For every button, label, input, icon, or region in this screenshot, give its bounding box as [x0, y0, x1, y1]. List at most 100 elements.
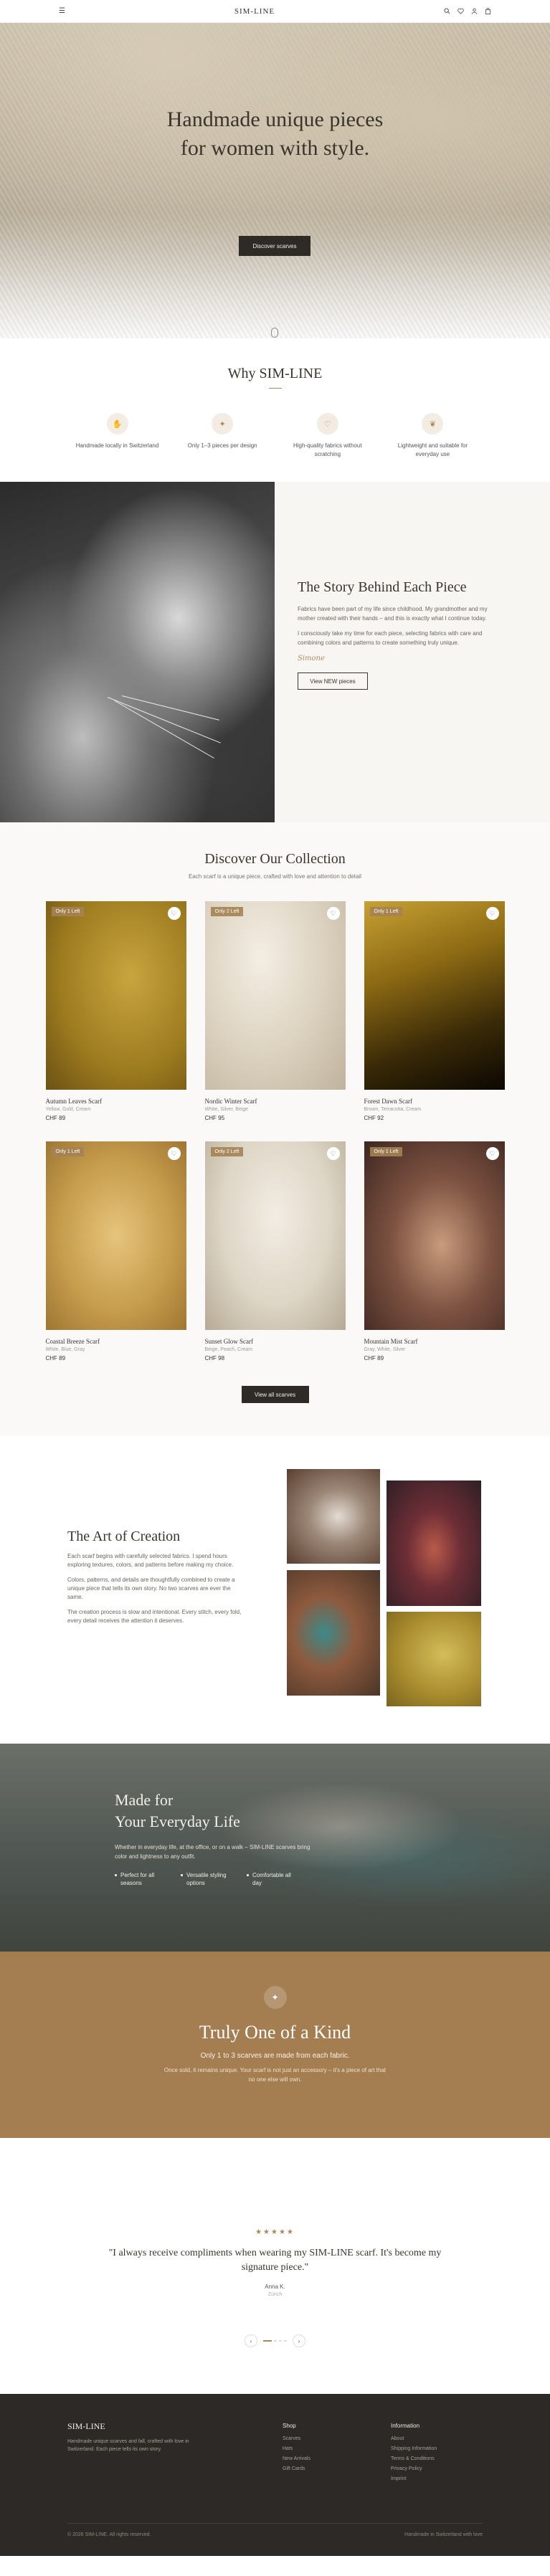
- product-colors: Yellow, Gold, Cream: [45, 1107, 91, 1112]
- collection-subtitle: Each scarf is a unique piece, crafted wi…: [188, 873, 362, 880]
- footer-link-about[interactable]: About: [391, 2436, 437, 2441]
- hero-title-line1: Handmade unique pieces: [166, 108, 384, 131]
- product-name[interactable]: Coastal Breeze Scarf: [46, 1338, 186, 1345]
- bag-icon[interactable]: [485, 8, 491, 14]
- footer-link-new-arrivals[interactable]: New Arrivals: [283, 2456, 310, 2461]
- feature-item: ♡ High-quality fabrics without scratchin…: [285, 413, 371, 459]
- product-name[interactable]: Autumn Leaves Scarf: [46, 1098, 186, 1105]
- heart-icon[interactable]: [457, 8, 464, 14]
- product-card[interactable]: Only 2 Left ♡ Nordic Winter Scarf White,…: [204, 901, 346, 1141]
- feature-item: ❦ Lightweight and suitable for everyday …: [389, 413, 475, 459]
- art-section: The Art of Creation Each scarf begins wi…: [0, 1435, 550, 1744]
- stock-badge: Only 1 Left: [51, 907, 85, 916]
- chevron-right-icon[interactable]: ›: [293, 2334, 305, 2347]
- view-all-scarves-button[interactable]: View all scarves: [241, 1386, 309, 1403]
- product-grid: Only 1 Left ♡ Autumn Leaves Scarf Yellow…: [45, 901, 505, 1382]
- product-card[interactable]: Only 2 Left ♡ Sunset Glow Scarf Beige, P…: [204, 1141, 346, 1382]
- bullet-dot-icon: [181, 1874, 183, 1876]
- carousel-dot[interactable]: [263, 2340, 272, 2342]
- story-title: The Story Behind Each Piece: [298, 579, 467, 595]
- carousel-dot[interactable]: [274, 2340, 277, 2342]
- footer-link-gift-cards[interactable]: Gift Cards: [283, 2466, 310, 2471]
- footer-link-shipping[interactable]: Shipping Information: [391, 2446, 437, 2451]
- title-underline: [268, 388, 282, 389]
- stock-badge: Only 2 Left: [210, 907, 244, 916]
- thread-line: [107, 697, 221, 743]
- product-name[interactable]: Sunset Glow Scarf: [205, 1338, 346, 1345]
- product-image[interactable]: Only 2 Left ♡: [204, 901, 346, 1090]
- bullet-text: Perfect for all seasons: [120, 1872, 155, 1886]
- wishlist-heart-icon[interactable]: ♡: [167, 1147, 181, 1160]
- everyday-section: Made for Your Everyday Life Whether in e…: [0, 1744, 550, 1952]
- product-colors: Brown, Terracotta, Cream: [364, 1107, 422, 1112]
- wishlist-heart-icon[interactable]: ♡: [485, 1147, 499, 1160]
- product-price: CHF 89: [45, 1355, 66, 1361]
- product-card[interactable]: Only 1 Left ♡ Mountain Mist Scarf Gray, …: [364, 1141, 505, 1382]
- carousel-dot[interactable]: [279, 2340, 282, 2342]
- search-icon[interactable]: [444, 8, 450, 14]
- everyday-text: Whether in everyday life, at the office,…: [115, 1844, 310, 1860]
- product-name[interactable]: Forest Dawn Scarf: [364, 1098, 505, 1105]
- feature-item: ✋ Handmade locally in Switzerland: [75, 413, 161, 459]
- wishlist-heart-icon[interactable]: ♡: [326, 907, 340, 920]
- everyday-title-line1: Made for: [115, 1791, 174, 1809]
- footer-brand: SIM-LINE Handmade unique scarves and fal…: [67, 2421, 211, 2453]
- testimonial-author: Anna K.: [265, 2283, 285, 2290]
- product-colors: White, Silver, Beige: [204, 1107, 249, 1112]
- product-image[interactable]: Only 1 Left ♡: [364, 901, 505, 1090]
- footer-link-hats[interactable]: Hats: [283, 2446, 310, 2451]
- product-image[interactable]: Only 1 Left ♡: [45, 901, 186, 1090]
- product-name[interactable]: Nordic Winter Scarf: [205, 1098, 346, 1105]
- discover-scarves-button[interactable]: Discover scarves: [239, 236, 310, 256]
- header-icons: [444, 8, 491, 14]
- product-price: CHF 92: [364, 1115, 384, 1121]
- rating-stars-icon: ★★★★★: [255, 2228, 295, 2236]
- product-image[interactable]: Only 2 Left ♡: [204, 1141, 346, 1330]
- bullet-text: Versatile styling options: [186, 1872, 227, 1886]
- footer-link-terms[interactable]: Terms & Conditions: [391, 2456, 437, 2461]
- view-new-pieces-button[interactable]: View NEW pieces: [298, 672, 368, 690]
- product-card[interactable]: Only 1 Left ♡ Coastal Breeze Scarf White…: [45, 1141, 186, 1382]
- footer-column-title: Shop: [283, 2423, 296, 2429]
- wishlist-heart-icon[interactable]: ♡: [485, 907, 499, 920]
- footer-description: Handmade unique scarves and fall, crafte…: [67, 2439, 189, 2452]
- testimonial-quote: "I always receive compliments when weari…: [108, 2248, 442, 2273]
- footer-shop-column: Shop Scarves Hats New Arrivals Gift Card…: [283, 2423, 310, 2476]
- product-image[interactable]: Only 1 Left ♡: [45, 1141, 186, 1330]
- footer-link-privacy[interactable]: Privacy Policy: [391, 2466, 437, 2471]
- art-paragraph: The creation process is slow and intenti…: [67, 1609, 242, 1624]
- product-card[interactable]: Only 1 Left ♡ Autumn Leaves Scarf Yellow…: [45, 901, 186, 1141]
- product-price: CHF 98: [204, 1355, 225, 1361]
- made-in-switzerland: Handmade in Switzerland with love: [404, 2532, 483, 2537]
- product-price: CHF 89: [364, 1355, 384, 1361]
- art-text: The Art of Creation Each scarf begins wi…: [67, 1529, 247, 1632]
- product-price: CHF 89: [45, 1115, 66, 1121]
- unique-section: ✦ Truly One of a Kind Only 1 to 3 scarve…: [0, 1952, 550, 2138]
- footer-link-imprint[interactable]: Imprint: [391, 2476, 437, 2481]
- heart-icon: ♡: [316, 413, 338, 434]
- why-title: Why SIM-LINE: [227, 366, 323, 381]
- unique-text: Once sold, it remains unique. Your scarf…: [163, 2067, 387, 2083]
- everyday-title-line2: Your Everyday Life: [115, 1812, 240, 1830]
- product-card[interactable]: Only 1 Left ♡ Forest Dawn Scarf Brown, T…: [364, 901, 505, 1141]
- footer-logo[interactable]: SIM-LINE: [67, 2421, 211, 2432]
- chevron-left-icon[interactable]: ‹: [245, 2334, 257, 2347]
- story-paragraph: I consciously take my time for each piec…: [298, 630, 483, 646]
- scroll-indicator-icon: [271, 328, 278, 338]
- sparkle-icon: ✦: [263, 1986, 287, 2009]
- wishlist-heart-icon[interactable]: ♡: [167, 907, 181, 920]
- sewing-photo: [287, 1469, 380, 1564]
- feature-text: High-quality fabrics without scratching: [293, 442, 362, 457]
- menu-icon[interactable]: ☰: [59, 7, 65, 15]
- user-icon[interactable]: [471, 8, 478, 14]
- embroidery-photo: [387, 1481, 481, 1606]
- footer-link-scarves[interactable]: Scarves: [283, 2436, 310, 2441]
- product-name[interactable]: Mountain Mist Scarf: [364, 1338, 505, 1345]
- carousel-dot[interactable]: [284, 2340, 287, 2342]
- collection-title: Discover Our Collection: [204, 851, 346, 867]
- wishlist-heart-icon[interactable]: ♡: [326, 1147, 340, 1160]
- logo[interactable]: SIM-LINE: [234, 7, 275, 16]
- product-image[interactable]: Only 1 Left ♡: [364, 1141, 505, 1330]
- signature: Simone: [298, 655, 325, 662]
- thread-line: [114, 700, 214, 759]
